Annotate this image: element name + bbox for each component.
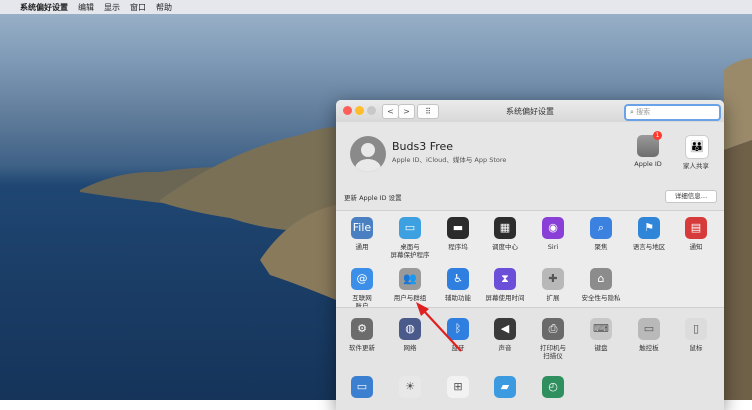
annotation-arrow: [416, 302, 462, 352]
